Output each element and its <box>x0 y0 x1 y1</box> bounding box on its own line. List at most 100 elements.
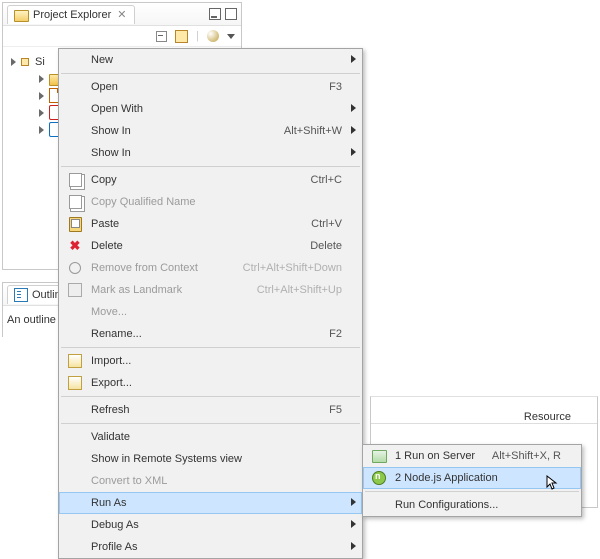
menu-item-mark-as-landmark: Mark as LandmarkCtrl+Alt+Shift+Up <box>59 279 362 301</box>
menu-item-accelerator: Ctrl+Alt+Shift+Down <box>243 262 342 274</box>
submenu-item-label: 1 Run on Server <box>391 450 492 462</box>
submenu-item-1-run-on-server[interactable]: 1 Run on ServerAlt+Shift+X, R <box>363 445 581 467</box>
menu-item-convert-to-xml: Convert to XML <box>59 470 362 492</box>
menu-item-new[interactable]: New <box>59 49 362 71</box>
menu-item-icon <box>63 195 87 209</box>
link-editor-icon[interactable] <box>175 30 188 43</box>
menu-item-icon <box>63 173 87 187</box>
expand-icon[interactable] <box>11 58 16 66</box>
menu-item-profile-as[interactable]: Profile As <box>59 536 362 558</box>
menu-item-validate[interactable]: Validate <box>59 426 362 448</box>
submenu-item-icon <box>367 450 391 463</box>
submenu-arrow-icon <box>351 520 356 528</box>
view-menu-icon[interactable] <box>227 34 235 39</box>
menu-item-label: Open <box>87 81 329 93</box>
expand-icon[interactable] <box>39 75 44 83</box>
menu-item-accelerator: F2 <box>329 328 342 340</box>
submenu-arrow-icon <box>351 148 356 156</box>
menu-item-label: Delete <box>87 240 310 252</box>
expand-icon[interactable] <box>39 126 44 134</box>
column-resource[interactable]: Resource <box>524 411 571 423</box>
menu-item-accelerator: Ctrl+V <box>311 218 342 230</box>
submenu-item-label: 2 Node.js Application <box>391 472 561 484</box>
menu-item-label: Export... <box>87 377 342 389</box>
filters-icon[interactable] <box>207 30 219 42</box>
toolbar-separator: | <box>196 30 199 42</box>
menu-item-label: Debug As <box>87 519 342 531</box>
menu-separator <box>61 166 360 167</box>
context-menu: NewOpenF3Open WithShow InAlt+Shift+WShow… <box>58 48 363 559</box>
menu-item-icon <box>63 376 87 390</box>
expand-icon[interactable] <box>39 92 44 100</box>
submenu-arrow-icon <box>351 498 356 506</box>
submenu-item-label: Run Configurations... <box>391 499 561 511</box>
menu-separator <box>61 396 360 397</box>
menu-item-icon: ✖ <box>63 238 87 254</box>
menu-item-accelerator: F5 <box>329 404 342 416</box>
submenu-arrow-icon <box>351 126 356 134</box>
menu-item-export[interactable]: Export... <box>59 372 362 394</box>
project-explorer-icon <box>14 10 29 22</box>
menu-item-debug-as[interactable]: Debug As <box>59 514 362 536</box>
project-explorer-title: Project Explorer <box>33 9 111 21</box>
menu-item-remove-from-context: Remove from ContextCtrl+Alt+Shift+Down <box>59 257 362 279</box>
menu-item-label: Remove from Context <box>87 262 243 274</box>
menu-item-icon <box>63 262 87 274</box>
menu-item-open-with[interactable]: Open With <box>59 98 362 120</box>
outline-icon <box>14 288 28 302</box>
menu-item-show-in[interactable]: Show InAlt+Shift+W <box>59 120 362 142</box>
problems-columns: Resource <box>371 397 597 424</box>
menu-item-label: Show In <box>87 147 342 159</box>
menu-item-label: Open With <box>87 103 342 115</box>
menu-item-label: Run As <box>87 497 342 509</box>
menu-item-refresh[interactable]: RefreshF5 <box>59 399 362 421</box>
submenu-arrow-icon <box>351 542 356 550</box>
submenu-item-icon <box>367 471 391 485</box>
menu-item-label: Show in Remote Systems view <box>87 453 342 465</box>
menu-item-copy[interactable]: CopyCtrl+C <box>59 169 362 191</box>
menu-item-label: Copy Qualified Name <box>87 196 342 208</box>
decorator-icon <box>21 58 29 66</box>
menu-item-accelerator: Ctrl+Alt+Shift+Up <box>257 284 342 296</box>
menu-item-label: Refresh <box>87 404 329 416</box>
submenu-item-run-configurations[interactable]: Run Configurations... <box>363 494 581 516</box>
menu-item-label: Convert to XML <box>87 475 342 487</box>
menu-separator <box>61 347 360 348</box>
menu-item-label: Mark as Landmark <box>87 284 257 296</box>
menu-item-paste[interactable]: PasteCtrl+V <box>59 213 362 235</box>
menu-item-label: Show In <box>87 125 284 137</box>
menu-item-label: Paste <box>87 218 311 230</box>
submenu-item-2-node-js-application[interactable]: 2 Node.js Application <box>363 467 581 489</box>
menu-item-icon <box>63 283 87 297</box>
maximize-icon[interactable] <box>225 8 237 20</box>
project-explorer-tab[interactable]: Project Explorer ✕ <box>7 5 135 24</box>
minimize-icon[interactable] <box>209 8 221 20</box>
run-as-submenu: 1 Run on ServerAlt+Shift+X, R 2 Node.js A… <box>362 444 582 517</box>
submenu-item-accelerator: Alt+Shift+X, R <box>492 450 561 462</box>
collapse-all-icon[interactable] <box>156 31 167 42</box>
menu-item-label: Move... <box>87 306 342 318</box>
tree-root-label: Si <box>35 56 45 68</box>
menu-item-delete[interactable]: ✖DeleteDelete <box>59 235 362 257</box>
menu-item-icon <box>63 354 87 368</box>
menu-item-label: Copy <box>87 174 311 186</box>
menu-item-open[interactable]: OpenF3 <box>59 76 362 98</box>
menu-separator <box>365 491 579 492</box>
menu-item-label: New <box>87 54 342 66</box>
menu-item-label: Rename... <box>87 328 329 340</box>
close-icon[interactable]: ✕ <box>115 8 128 21</box>
menu-item-accelerator: Delete <box>310 240 342 252</box>
project-explorer-toolbar: | <box>3 26 241 47</box>
menu-item-show-in-remote-systems-view[interactable]: Show in Remote Systems view <box>59 448 362 470</box>
menu-item-run-as[interactable]: Run As <box>59 492 362 514</box>
menu-item-rename[interactable]: Rename...F2 <box>59 323 362 345</box>
project-explorer-header: Project Explorer ✕ <box>3 3 241 26</box>
submenu-arrow-icon <box>351 104 356 112</box>
menu-item-show-in[interactable]: Show In <box>59 142 362 164</box>
menu-item-import[interactable]: Import... <box>59 350 362 372</box>
menu-item-label: Profile As <box>87 541 342 553</box>
menu-item-accelerator: F3 <box>329 81 342 93</box>
expand-icon[interactable] <box>39 109 44 117</box>
menu-item-copy-qualified-name: Copy Qualified Name <box>59 191 362 213</box>
submenu-arrow-icon <box>351 55 356 63</box>
